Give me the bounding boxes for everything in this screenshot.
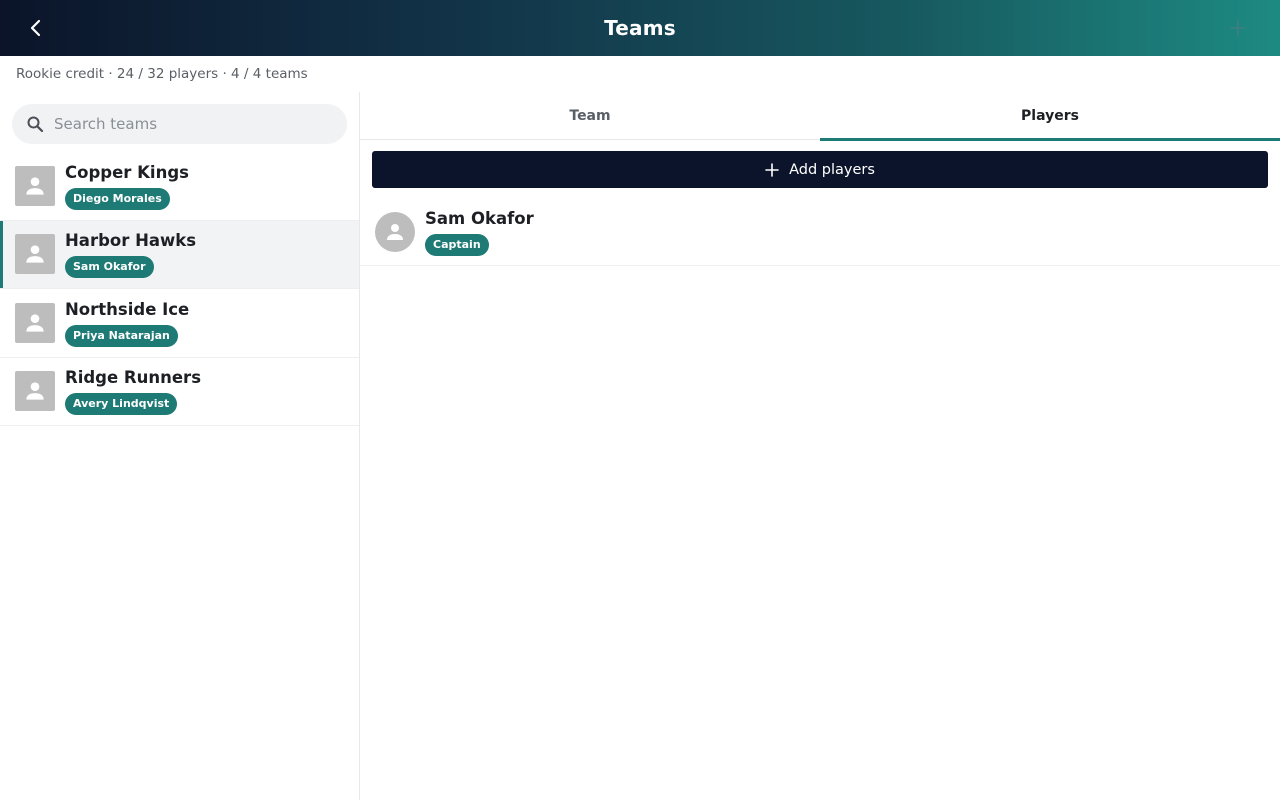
app-header: Teams: [0, 0, 1280, 56]
add-team-button[interactable]: [1224, 14, 1252, 42]
team-avatar: [15, 234, 55, 275]
chevron-left-icon: [30, 19, 41, 37]
team-detail-panel: Team Players Add players Sam Okafor Capt…: [360, 92, 1280, 800]
plus-icon: [1230, 20, 1246, 36]
search-input[interactable]: [54, 115, 314, 133]
person-icon: [26, 382, 44, 400]
player-avatar: [375, 211, 415, 252]
team-name: Harbor Hawks: [65, 231, 197, 251]
search-icon: [27, 116, 44, 133]
team-list: Copper Kings Diego Morales Harbor Hawks …: [0, 152, 359, 426]
add-players-label: Add players: [789, 161, 875, 178]
back-button[interactable]: [20, 12, 52, 44]
add-players-button[interactable]: Add players: [372, 151, 1268, 188]
team-avatar: [15, 165, 55, 206]
captain-badge: Priya Natarajan: [65, 324, 178, 347]
person-icon: [26, 245, 44, 263]
page-title: Teams: [604, 16, 676, 40]
tab-players[interactable]: Players: [820, 92, 1280, 141]
team-list-item[interactable]: Northside Ice Priya Natarajan: [0, 289, 359, 358]
team-name: Ridge Runners: [65, 368, 202, 388]
team-list-item[interactable]: Ridge Runners Avery Lindqvist: [0, 358, 359, 426]
player-name: Sam Okafor: [425, 208, 534, 228]
person-icon: [26, 177, 44, 195]
team-list-item[interactable]: Copper Kings Diego Morales: [0, 152, 359, 221]
team-avatar: [15, 371, 55, 412]
team-sidebar: Copper Kings Diego Morales Harbor Hawks …: [0, 92, 360, 800]
role-badge: Captain: [425, 233, 489, 256]
captain-badge: Diego Morales: [65, 187, 170, 210]
captain-badge: Sam Okafor: [65, 256, 154, 279]
plus-icon: [765, 162, 779, 177]
search-box[interactable]: [12, 104, 347, 144]
team-list-item-selected[interactable]: Harbor Hawks Sam Okafor: [0, 220, 359, 289]
tab-team[interactable]: Team: [360, 92, 820, 140]
captain-badge: Avery Lindqvist: [65, 393, 178, 416]
detail-tabs: Team Players: [360, 92, 1280, 141]
person-icon: [387, 223, 403, 240]
roster-summary: Rookie credit · 24 / 32 players · 4 / 4 …: [16, 66, 308, 82]
team-avatar: [15, 302, 55, 343]
person-icon: [26, 314, 44, 332]
player-list-item[interactable]: Sam Okafor Captain: [360, 198, 1280, 266]
team-name: Northside Ice: [65, 299, 190, 319]
team-name: Copper Kings: [65, 162, 189, 182]
